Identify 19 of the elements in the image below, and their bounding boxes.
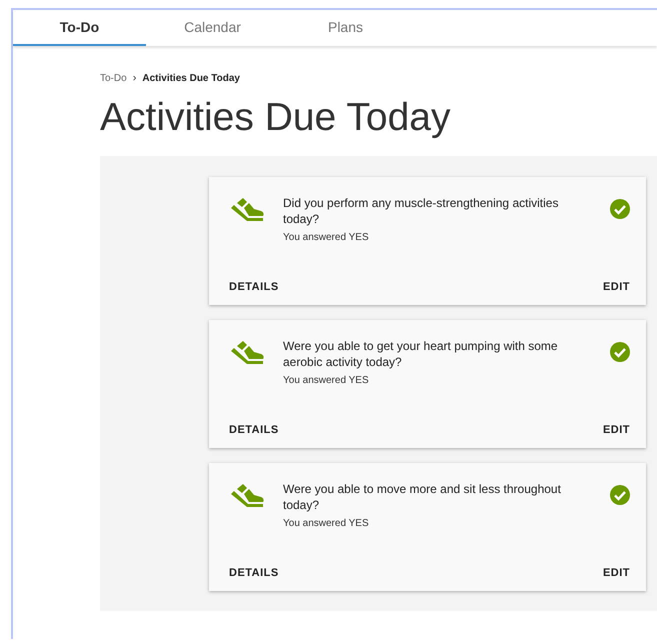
answer-text: You answered YES [283,518,370,529]
edit-button[interactable]: EDIT [602,281,630,293]
edit-button[interactable]: EDIT [602,424,630,436]
answer-text: You answered YES [283,375,370,386]
activity-question: Were you able to get your heart pumping with some aerobic activity today? [283,338,559,370]
edit-button[interactable]: EDIT [602,567,630,579]
breadcrumb-separator: › [132,72,136,84]
tab[interactable]: Calendar [146,10,279,46]
activity-question: Were you able to move more and sit less throughout today? [283,481,562,513]
breadcrumb-current: Activities Due Today [142,72,240,84]
details-button[interactable]: DETAILS [229,281,279,293]
page-title: Activities Due Today [100,96,452,140]
breadcrumb-link[interactable]: To-Do [100,72,127,84]
answer-text: You answered YES [283,232,370,243]
details-button[interactable]: DETAILS [229,424,279,436]
activity-question: Did you perform any muscle-strengthening activities today? [283,195,560,227]
tab[interactable]: To-Do [13,10,146,46]
tab[interactable]: Plans [279,10,412,46]
details-button[interactable]: DETAILS [229,567,279,579]
